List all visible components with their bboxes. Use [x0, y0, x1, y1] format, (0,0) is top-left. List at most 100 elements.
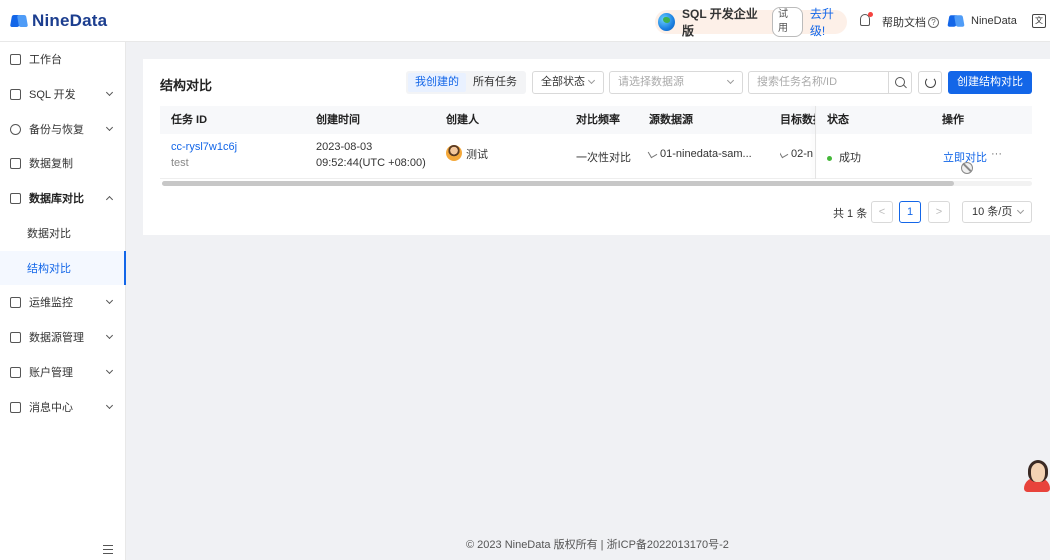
edition-label: SQL 开发企业版 [682, 7, 758, 38]
sidebar-item-label: 结构对比 [27, 263, 71, 275]
language-switch-icon[interactable]: 文 [1032, 14, 1046, 28]
sidebar-item-data-compare[interactable]: 数据对比 [0, 216, 126, 250]
notification-bell-icon[interactable] [860, 12, 873, 26]
target-datasource-label: 02-n [791, 148, 814, 160]
target-datasource[interactable]: 02-n [780, 148, 815, 160]
collapse-sidebar-icon[interactable] [103, 545, 113, 554]
sidebar-item-label: SQL 开发 [29, 89, 76, 101]
sidebar-item-sql-dev[interactable]: SQL 开发 [0, 77, 126, 111]
source-datasource[interactable]: 01-ninedata-sam... [647, 148, 752, 160]
chevron-down-icon [105, 296, 114, 305]
sidebar-item-label: 数据复制 [29, 158, 73, 170]
column-header: 状态 [827, 114, 849, 126]
logo-text: NineData [32, 10, 108, 30]
page-title: 结构对比 [160, 78, 213, 93]
more-actions-icon[interactable]: ··· [991, 148, 1002, 160]
chevron-up-icon [105, 195, 114, 204]
column-header: 目标数据 [780, 114, 815, 126]
sidebar-item-messages[interactable]: 消息中心 [0, 390, 126, 424]
create-structure-compare-button[interactable]: 创建结构对比 [948, 71, 1032, 94]
created-time: 09:52:44(UTC +08:00) [316, 157, 426, 169]
sidebar-item-label: 数据对比 [27, 228, 71, 240]
task-name: test [171, 157, 189, 169]
support-assistant-icon[interactable] [1024, 460, 1050, 492]
help-docs-label: 帮助文档 [882, 17, 926, 29]
column-header: 创建人 [446, 114, 479, 126]
mail-icon [10, 401, 21, 413]
pagination-total: 共 1 条 [833, 208, 868, 220]
sidebar-item-label: 数据源管理 [29, 332, 84, 344]
sidebar: 工作台 SQL 开发 备份与恢复 数据复制 数据库对比 数据对比 结构对比 运维… [0, 42, 126, 560]
page-button[interactable]: 1 [899, 201, 921, 223]
sidebar-item-label: 消息中心 [29, 402, 73, 414]
avatar [446, 145, 462, 161]
horizontal-scrollbar-thumb[interactable] [162, 181, 954, 186]
search-placeholder: 搜索任务名称/ID [757, 76, 838, 88]
creator-name: 测试 [466, 149, 488, 161]
account-icon [10, 366, 21, 378]
sidebar-item-workbench[interactable]: 工作台 [0, 42, 126, 76]
sidebar-item-replication[interactable]: 数据复制 [0, 146, 126, 180]
chevron-down-icon [105, 331, 114, 340]
sidebar-item-label: 账户管理 [29, 367, 73, 379]
page-size-select[interactable]: 10 条/页 [962, 201, 1032, 223]
main-panel: 结构对比 我创建的 所有任务 全部状态 请选择数据源 搜索任务名称/ID 创建结… [143, 59, 1050, 235]
refresh-icon[interactable] [918, 71, 942, 94]
sidebar-item-label: 运维监控 [29, 297, 73, 309]
upgrade-link[interactable]: 去升级! [810, 5, 847, 39]
compare-frequency: 一次性对比 [576, 152, 631, 164]
sidebar-item-label: 备份与恢复 [29, 124, 84, 136]
terminal-icon [10, 88, 21, 100]
sidebar-item-monitoring[interactable]: 运维监控 [0, 285, 126, 319]
column-header: 创建时间 [316, 114, 360, 126]
sidebar-item-account[interactable]: 账户管理 [0, 355, 126, 389]
column-header: 任务 ID [171, 114, 208, 126]
search-input[interactable]: 搜索任务名称/ID [748, 71, 889, 94]
next-page-button[interactable]: > [928, 201, 950, 223]
column-header: 源数据源 [649, 114, 693, 126]
sidebar-item-label: 数据库对比 [29, 193, 84, 205]
status-select-value: 全部状态 [541, 76, 585, 88]
sidebar-item-backup[interactable]: 备份与恢复 [0, 112, 126, 146]
sidebar-item-db-compare[interactable]: 数据库对比 [0, 181, 126, 215]
assistant-head [1028, 460, 1048, 482]
monitor-icon [10, 296, 21, 308]
datasource-link-icon [780, 148, 789, 159]
sidebar-item-label: 工作台 [29, 54, 62, 66]
user-menu[interactable]: NineData [947, 12, 1017, 30]
filter-tabs: 我创建的 所有任务 [406, 71, 526, 94]
task-id-link[interactable]: cc-rysl7w1c6j [171, 141, 237, 153]
globe-icon [658, 13, 675, 31]
home-icon [10, 53, 21, 65]
chevron-down-icon [105, 88, 114, 97]
prev-page-button[interactable]: < [871, 201, 893, 223]
column-header: 对比频率 [576, 114, 620, 126]
table-header: 任务 ID 创建时间 创建人 对比频率 源数据源 目标数据 状态 操作 [160, 106, 1032, 134]
ninedata-logo-icon [10, 12, 28, 30]
user-name: NineData [971, 15, 1017, 27]
status-label: 成功 [839, 152, 861, 164]
db-compare-icon [10, 192, 21, 204]
tab-my-created[interactable]: 我创建的 [408, 73, 466, 92]
sidebar-item-structure-compare[interactable]: 结构对比 [0, 251, 126, 285]
upgrade-banner[interactable]: SQL 开发企业版 试用 去升级! [655, 7, 847, 38]
datasource-select[interactable]: 请选择数据源 [609, 71, 743, 94]
not-allowed-cursor-icon [961, 162, 973, 174]
tab-all-tasks[interactable]: 所有任务 [466, 73, 524, 92]
sidebar-item-datasource[interactable]: 数据源管理 [0, 320, 126, 354]
search-icon[interactable] [888, 71, 912, 94]
page-size-value: 10 条/页 [972, 206, 1013, 218]
chevron-down-icon [587, 76, 596, 85]
help-docs-link[interactable]: 帮助文档 ? [882, 14, 939, 30]
question-icon: ? [928, 16, 939, 28]
success-dot-icon [827, 155, 832, 161]
logo[interactable]: NineData [10, 11, 107, 31]
status-badge: 成功 [827, 149, 861, 165]
copy-icon [10, 157, 21, 169]
chevron-down-icon [105, 123, 114, 132]
datasource-link-icon [647, 148, 658, 159]
column-header: 操作 [942, 114, 964, 126]
chevron-down-icon [726, 76, 735, 85]
table-row: cc-rysl7w1c6j test 2023-08-03 09:52:44(U… [160, 134, 1032, 179]
status-select[interactable]: 全部状态 [532, 71, 604, 94]
